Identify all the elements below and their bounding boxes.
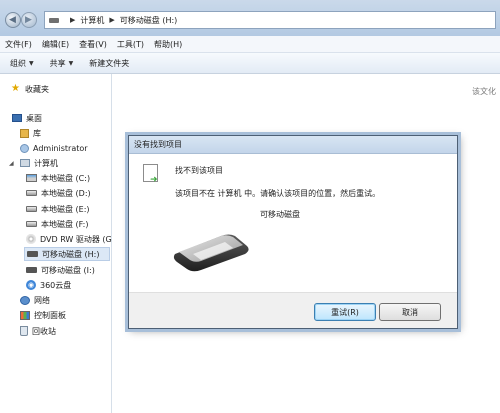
cancel-button[interactable]: 取消 bbox=[379, 303, 441, 321]
nav-item-drive-c[interactable]: 本地磁盘 (C:) bbox=[26, 171, 90, 185]
nav-item-drive-f[interactable]: 本地磁盘 (F:) bbox=[26, 217, 88, 231]
command-toolbar: 组织 ▼ 共享 ▼ 新建文件夹 bbox=[0, 53, 500, 74]
network-icon bbox=[20, 295, 30, 305]
nav-item-drive-d[interactable]: 本地磁盘 (D:) bbox=[26, 186, 91, 200]
nav-label: 本地磁盘 (F:) bbox=[41, 219, 89, 229]
navigation-pane: ★ 收藏夹 桌面 库 Administrator ◢ 计算机 本地磁盘 (C:)… bbox=[0, 74, 112, 413]
nav-item-library[interactable]: 库 bbox=[20, 126, 41, 140]
title-bar: ◀ ▶ ▶ 计算机 ▶ 可移动磁盘 (H:) bbox=[0, 0, 500, 36]
nav-label: 桌面 bbox=[26, 113, 42, 123]
menu-view[interactable]: 查看(V) bbox=[79, 39, 107, 50]
share-label: 共享 bbox=[49, 58, 66, 68]
nav-label: Administrator bbox=[33, 143, 88, 153]
hard-drive-icon bbox=[26, 221, 37, 227]
forward-arrow-icon: ▶ bbox=[25, 15, 32, 25]
nav-label: 可移动磁盘 (H:) bbox=[42, 249, 100, 259]
forward-button[interactable]: ▶ bbox=[21, 12, 37, 28]
item-not-found-dialog: 没有找到项目 ➜ 找不到该项目 该项目不在 计算机 中。请确认该项目的位置，然后… bbox=[128, 135, 458, 329]
nav-item-administrator[interactable]: Administrator bbox=[20, 141, 88, 155]
user-icon bbox=[20, 143, 29, 153]
nav-label: 控制面板 bbox=[34, 310, 66, 320]
drive-icon bbox=[49, 17, 59, 23]
nav-label: DVD RW 驱动器 (G bbox=[40, 234, 112, 244]
breadcrumb-computer[interactable]: 计算机 bbox=[80, 15, 104, 26]
nav-item-recycle-bin[interactable]: 回收站 bbox=[20, 324, 56, 338]
collapse-arrow-icon[interactable]: ◢ bbox=[9, 160, 14, 167]
nav-label: 网络 bbox=[34, 295, 50, 305]
nav-label: 可移动磁盘 (I:) bbox=[41, 265, 95, 275]
recycle-bin-icon bbox=[20, 326, 28, 336]
chevron-right-icon[interactable]: ▶ bbox=[70, 16, 75, 24]
share-button[interactable]: 共享 ▼ bbox=[50, 58, 74, 69]
nav-label: 本地磁盘 (C:) bbox=[41, 173, 91, 183]
nav-label: 本地磁盘 (D:) bbox=[41, 188, 91, 198]
hard-drive-icon bbox=[26, 190, 37, 196]
organize-button[interactable]: 组织 ▼ bbox=[10, 58, 34, 69]
new-folder-button[interactable]: 新建文件夹 bbox=[89, 58, 129, 69]
computer-icon bbox=[20, 159, 30, 167]
dvd-icon bbox=[26, 234, 36, 244]
control-panel-icon bbox=[20, 310, 30, 320]
nav-item-computer[interactable]: 计算机 bbox=[20, 156, 58, 170]
back-button[interactable]: ◀ bbox=[5, 12, 21, 28]
usb-drive-icon bbox=[26, 267, 37, 273]
menu-edit[interactable]: 编辑(E) bbox=[42, 39, 69, 50]
empty-folder-hint: 该文化 bbox=[472, 87, 496, 96]
desktop-icon bbox=[12, 114, 22, 122]
menu-tools[interactable]: 工具(T) bbox=[117, 39, 144, 50]
organize-label: 组织 bbox=[10, 58, 26, 68]
breadcrumb-removable-disk[interactable]: 可移动磁盘 (H:) bbox=[120, 15, 178, 26]
nav-label: 库 bbox=[33, 128, 41, 138]
dialog-title: 没有找到项目 bbox=[134, 140, 182, 149]
nav-item-control-panel[interactable]: 控制面板 bbox=[20, 308, 66, 322]
usb-drive-icon bbox=[27, 251, 38, 257]
nav-label: 360云盘 bbox=[40, 280, 72, 290]
nav-item-dvd-drive[interactable]: DVD RW 驱动器 (G bbox=[26, 232, 112, 246]
removable-disk-icon bbox=[173, 234, 249, 272]
library-icon bbox=[20, 128, 29, 138]
retry-button[interactable]: 重试(R) bbox=[314, 303, 376, 321]
back-arrow-icon: ◀ bbox=[9, 15, 16, 25]
menu-bar: 文件(F) 编辑(E) 查看(V) 工具(T) 帮助(H) bbox=[0, 36, 500, 53]
nav-item-drive-e[interactable]: 本地磁盘 (E:) bbox=[26, 202, 90, 216]
green-arrow-icon: ➜ bbox=[150, 175, 158, 185]
nav-item-network[interactable]: 网络 bbox=[20, 293, 50, 307]
new-folder-label: 新建文件夹 bbox=[89, 58, 130, 68]
menu-file[interactable]: 文件(F) bbox=[5, 39, 32, 50]
hard-drive-icon bbox=[26, 206, 37, 212]
dialog-message: 该项目不在 计算机 中。请确认该项目的位置，然后重试。 bbox=[175, 189, 381, 198]
address-bar[interactable]: ▶ 计算机 ▶ 可移动磁盘 (H:) bbox=[44, 11, 496, 29]
star-icon: ★ bbox=[11, 83, 20, 94]
cloud-icon: ◉ bbox=[26, 280, 36, 290]
dialog-title-bar[interactable]: 没有找到项目 bbox=[129, 136, 457, 154]
dialog-body: ➜ 找不到该项目 该项目不在 计算机 中。请确认该项目的位置，然后重试。 可移动… bbox=[129, 154, 457, 292]
nav-item-drive-i[interactable]: 可移动磁盘 (I:) bbox=[26, 263, 95, 277]
nav-label: 回收站 bbox=[32, 326, 56, 336]
nav-label: 收藏夹 bbox=[25, 84, 49, 94]
chevron-down-icon: ▼ bbox=[29, 59, 34, 67]
chevron-right-icon[interactable]: ▶ bbox=[109, 16, 114, 24]
nav-item-drive-h[interactable]: 可移动磁盘 (H:) bbox=[24, 247, 110, 261]
nav-label: 本地磁盘 (E:) bbox=[41, 204, 90, 214]
nav-item-desktop[interactable]: 桌面 bbox=[12, 111, 42, 125]
nav-label: 计算机 bbox=[34, 158, 58, 168]
chevron-down-icon: ▼ bbox=[68, 59, 74, 67]
dialog-heading: 找不到该项目 bbox=[175, 166, 223, 175]
system-drive-icon bbox=[26, 174, 37, 182]
nav-item-favorites[interactable]: ★ 收藏夹 bbox=[11, 82, 49, 96]
nav-item-360-cloud[interactable]: ◉ 360云盘 bbox=[26, 278, 71, 292]
dialog-footer: 重试(R) 取消 bbox=[129, 292, 457, 328]
device-name: 可移动磁盘 bbox=[260, 210, 300, 219]
menu-help[interactable]: 帮助(H) bbox=[154, 39, 182, 50]
